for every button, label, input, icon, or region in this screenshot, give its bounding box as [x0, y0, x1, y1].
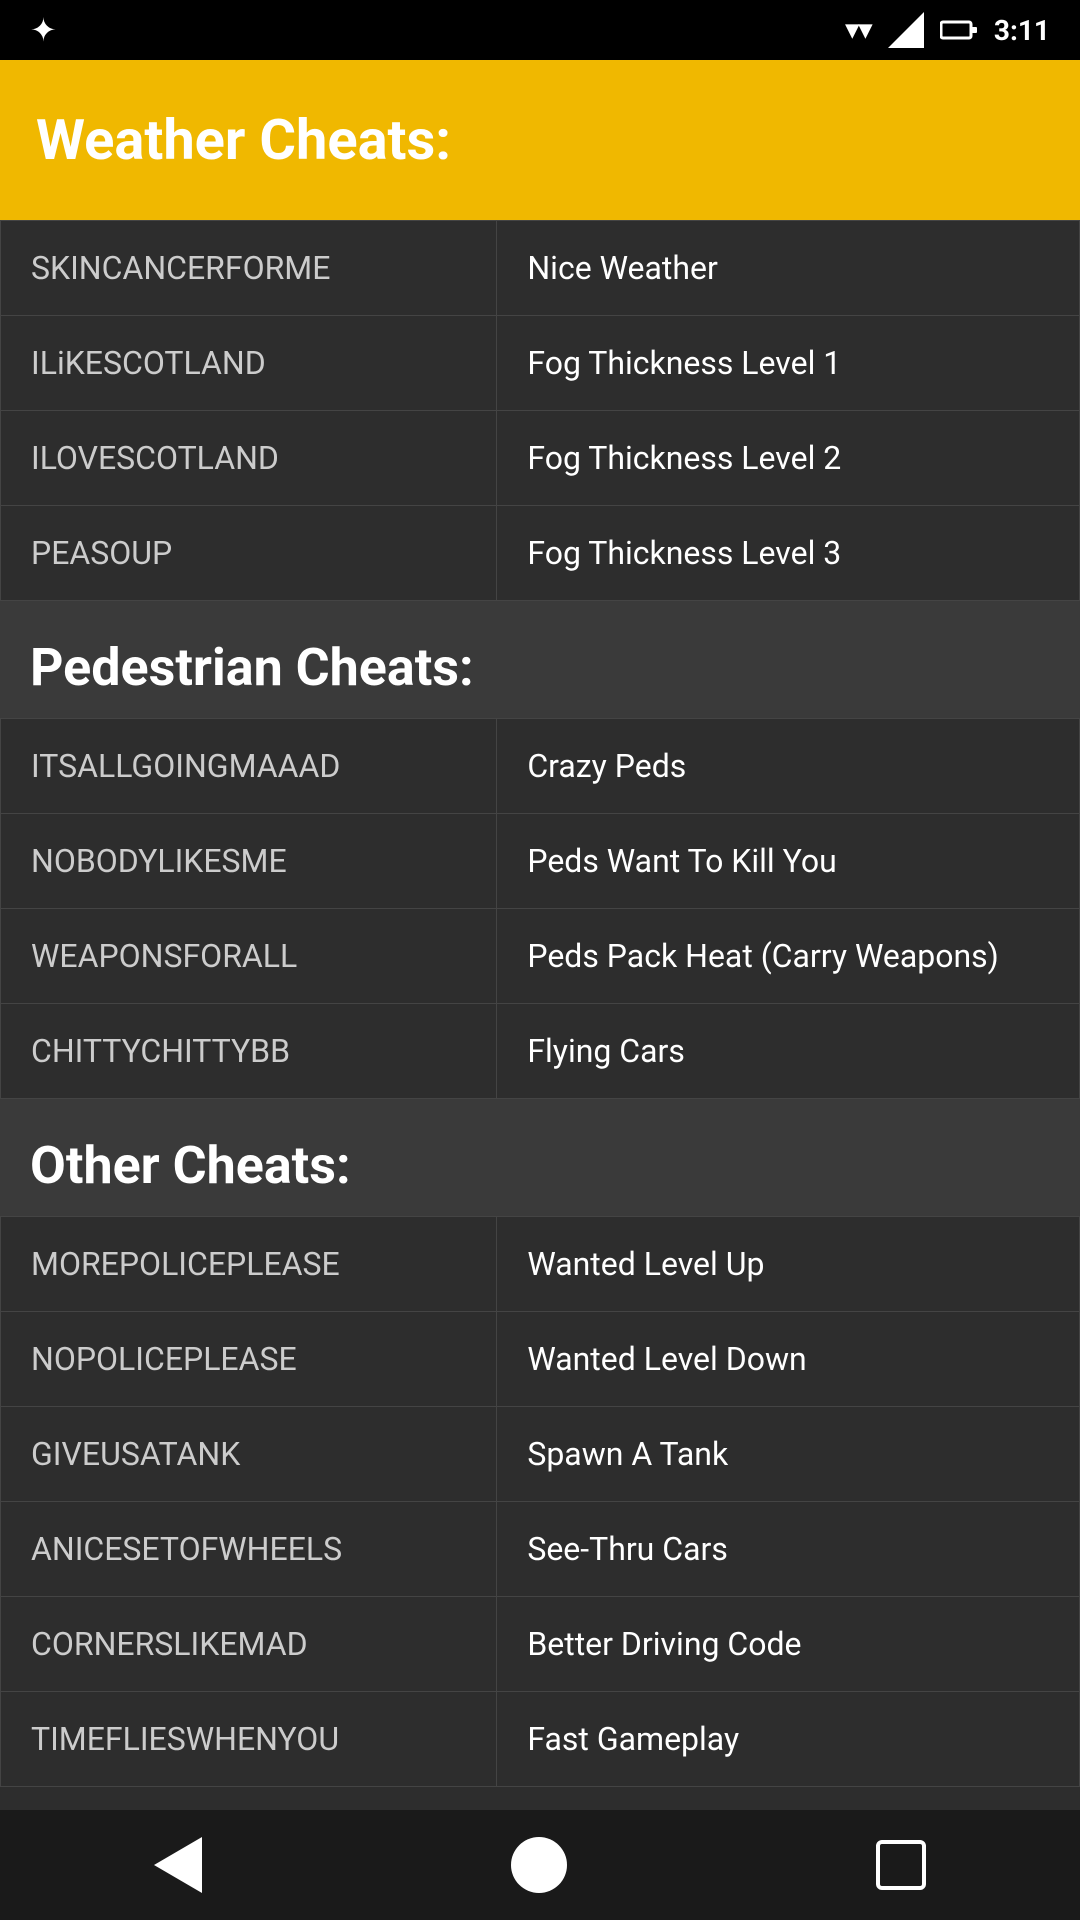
table-row[interactable]: GIVEUSATANK Spawn A Tank — [1, 1407, 1080, 1502]
status-time: 3:11 — [994, 14, 1050, 47]
table-row[interactable]: MOREPOLICEPLEASE Wanted Level Up — [1, 1217, 1080, 1312]
cheat-code: CORNERSLIKEMAD — [1, 1597, 497, 1692]
cheat-effect: Spawn A Tank — [497, 1407, 1080, 1502]
cheat-code: TIMEFLIESWHENYOU — [1, 1692, 497, 1787]
cheat-effect: Flying Cars — [497, 1004, 1080, 1099]
cheat-effect: Nice Weather — [497, 221, 1080, 316]
status-bar: ✦ ▾▾ 3:11 — [0, 0, 1080, 60]
cheat-effect: Better Driving Code — [497, 1597, 1080, 1692]
cheat-code: WEAPONSFORALL — [1, 909, 497, 1004]
cheat-code: CHITTYCHITTYBB — [1, 1004, 497, 1099]
table-row[interactable]: ILOVESCOTLAND Fog Thickness Level 2 — [1, 411, 1080, 506]
cheat-code: SKINCANCERFORME — [1, 221, 497, 316]
home-button[interactable] — [511, 1837, 567, 1893]
table-row[interactable]: CORNERSLIKEMAD Better Driving Code — [1, 1597, 1080, 1692]
cheat-effect: Fog Thickness Level 2 — [497, 411, 1080, 506]
cheat-code: PEASOUP — [1, 506, 497, 601]
table-row[interactable]: ITSALLGOINGMAAAD Crazy Peds — [1, 719, 1080, 814]
table-row[interactable]: ANICESETOFWHEELS See-Thru Cars — [1, 1502, 1080, 1597]
cheat-effect: Fast Gameplay — [497, 1692, 1080, 1787]
weather-table: SKINCANCERFORME Nice Weather ILiKESCOTLA… — [0, 220, 1080, 601]
app-icon: ✦ — [30, 11, 57, 49]
table-row[interactable]: ILiKESCOTLAND Fog Thickness Level 1 — [1, 316, 1080, 411]
cheat-code: ANICESETOFWHEELS — [1, 1502, 497, 1597]
cheat-code: ITSALLGOINGMAAAD — [1, 719, 497, 814]
other-title: Other Cheats: — [30, 1135, 351, 1196]
back-icon — [154, 1837, 202, 1893]
table-row[interactable]: SKINCANCERFORME Nice Weather — [1, 221, 1080, 316]
back-button[interactable] — [154, 1837, 202, 1893]
other-section-header: Other Cheats: — [0, 1099, 1080, 1216]
cheat-effect: Crazy Peds — [497, 719, 1080, 814]
pedestrian-title: Pedestrian Cheats: — [30, 637, 474, 698]
cheat-effect: Fog Thickness Level 1 — [497, 316, 1080, 411]
weather-header: Weather Cheats: — [0, 60, 1080, 220]
cheat-code: GIVEUSATANK — [1, 1407, 497, 1502]
weather-title: Weather Cheats: — [36, 107, 451, 173]
nav-bar — [0, 1810, 1080, 1920]
cheat-effect: Peds Pack Heat (Carry Weapons) — [497, 909, 1080, 1004]
table-row[interactable]: CHITTYCHITTYBB Flying Cars — [1, 1004, 1080, 1099]
cheat-code: ILOVESCOTLAND — [1, 411, 497, 506]
home-icon — [511, 1837, 567, 1893]
status-bar-right: ▾▾ 3:11 — [846, 12, 1050, 48]
table-row[interactable]: NOPOLICEPLEASE Wanted Level Down — [1, 1312, 1080, 1407]
pedestrian-table: ITSALLGOINGMAAAD Crazy Peds NOBODYLIKESM… — [0, 718, 1080, 1099]
recents-icon — [876, 1840, 926, 1890]
signal-icon — [888, 12, 924, 48]
battery-icon — [940, 19, 978, 41]
table-row[interactable]: TIMEFLIESWHENYOU Fast Gameplay — [1, 1692, 1080, 1787]
cheat-effect: Wanted Level Down — [497, 1312, 1080, 1407]
cheat-code: NOPOLICEPLEASE — [1, 1312, 497, 1407]
table-row[interactable]: NOBODYLIKESME Peds Want To Kill You — [1, 814, 1080, 909]
status-bar-left: ✦ — [30, 11, 57, 49]
cheat-effect: Wanted Level Up — [497, 1217, 1080, 1312]
cheat-code: ILiKESCOTLAND — [1, 316, 497, 411]
cheat-effect: See-Thru Cars — [497, 1502, 1080, 1597]
table-row[interactable]: PEASOUP Fog Thickness Level 3 — [1, 506, 1080, 601]
table-row[interactable]: WEAPONSFORALL Peds Pack Heat (Carry Weap… — [1, 909, 1080, 1004]
other-table: MOREPOLICEPLEASE Wanted Level Up NOPOLIC… — [0, 1216, 1080, 1787]
pedestrian-section-header: Pedestrian Cheats: — [0, 601, 1080, 718]
cheat-code: NOBODYLIKESME — [1, 814, 497, 909]
recents-button[interactable] — [876, 1840, 926, 1890]
cheat-code: MOREPOLICEPLEASE — [1, 1217, 497, 1312]
wifi-icon: ▾▾ — [846, 15, 872, 45]
cheat-effect: Fog Thickness Level 3 — [497, 506, 1080, 601]
cheat-effect: Peds Want To Kill You — [497, 814, 1080, 909]
content-wrapper: Weather Cheats: SKINCANCERFORME Nice Wea… — [0, 60, 1080, 1897]
